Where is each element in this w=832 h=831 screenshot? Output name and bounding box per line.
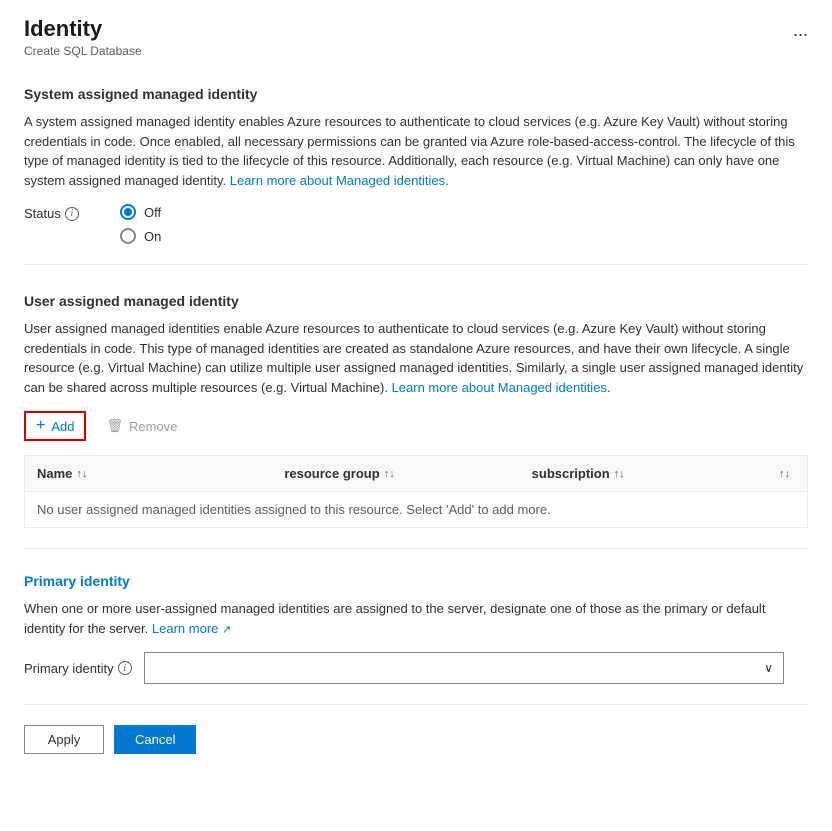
cancel-button[interactable]: Cancel (114, 725, 196, 754)
radio-on-input[interactable] (120, 228, 136, 244)
apply-button[interactable]: Apply (24, 725, 104, 754)
primary-identity-info-icon[interactable]: i (118, 661, 132, 675)
status-info-icon[interactable]: i (65, 207, 79, 221)
footer-divider (24, 704, 808, 705)
radio-on[interactable]: On (120, 228, 161, 244)
footer-bar: Apply Cancel (24, 725, 808, 754)
sort-extra-icon: ↑↓ (779, 468, 790, 480)
section-divider-1 (24, 264, 808, 265)
table-header: Name ↑↓ resource group ↑↓ subscription ↑… (25, 456, 807, 492)
page-subtitle: Create SQL Database (24, 44, 142, 58)
col-actions: ↑↓ (767, 456, 807, 491)
system-section-title: System assigned managed identity (24, 86, 808, 102)
add-button-label: Add (51, 419, 74, 434)
sort-sub-icon: ↑↓ (614, 468, 625, 480)
primary-section-title: Primary identity (24, 573, 808, 589)
primary-identity-dropdown[interactable]: ∨ (144, 652, 784, 684)
col-subscription[interactable]: subscription ↑↓ (520, 456, 767, 491)
system-section-description: A system assigned managed identity enabl… (24, 112, 808, 190)
radio-off[interactable]: Off (120, 204, 161, 220)
primary-identity-row: Primary identity i ∨ (24, 652, 808, 684)
col-name[interactable]: Name ↑↓ (25, 456, 272, 491)
page-title: Identity (24, 16, 142, 42)
primary-identity-section: Primary identity When one or more user-a… (24, 573, 808, 684)
status-label: Status i (24, 204, 104, 221)
radio-off-input[interactable] (120, 204, 136, 220)
section-divider-2 (24, 548, 808, 549)
table-empty-message: No user assigned managed identities assi… (25, 492, 807, 527)
sort-rg-icon: ↑↓ (384, 468, 395, 480)
system-learn-more-link[interactable]: Learn more about Managed identities (230, 173, 445, 188)
status-radio-group: Off On (112, 204, 161, 244)
col-resource-group[interactable]: resource group ↑↓ (272, 456, 519, 491)
radio-on-label: On (144, 229, 161, 244)
system-assigned-section: System assigned managed identity A syste… (24, 86, 808, 244)
remove-button[interactable]: 🗑 Remove (98, 414, 185, 438)
radio-off-label: Off (144, 205, 161, 220)
plus-icon: + (36, 417, 45, 435)
identities-table: Name ↑↓ resource group ↑↓ subscription ↑… (24, 455, 808, 528)
primary-learn-more-link[interactable]: Learn more ↗ (152, 621, 231, 636)
more-options-button[interactable]: ... (793, 20, 808, 41)
trash-icon: 🗑 (106, 418, 123, 434)
add-button[interactable]: + Add (24, 411, 86, 441)
user-section-description: User assigned managed identities enable … (24, 319, 808, 397)
user-learn-more-link[interactable]: Learn more about Managed identities (392, 380, 607, 395)
primary-identity-label: Primary identity i (24, 661, 134, 676)
user-section-title: User assigned managed identity (24, 293, 808, 309)
external-link-icon: ↗ (222, 624, 231, 636)
user-assigned-section: User assigned managed identity User assi… (24, 293, 808, 528)
remove-button-label: Remove (129, 419, 177, 434)
action-bar: + Add 🗑 Remove (24, 411, 808, 441)
sort-name-icon: ↑↓ (76, 468, 87, 480)
primary-section-description: When one or more user-assigned managed i… (24, 599, 808, 638)
chevron-down-icon: ∨ (764, 661, 773, 675)
